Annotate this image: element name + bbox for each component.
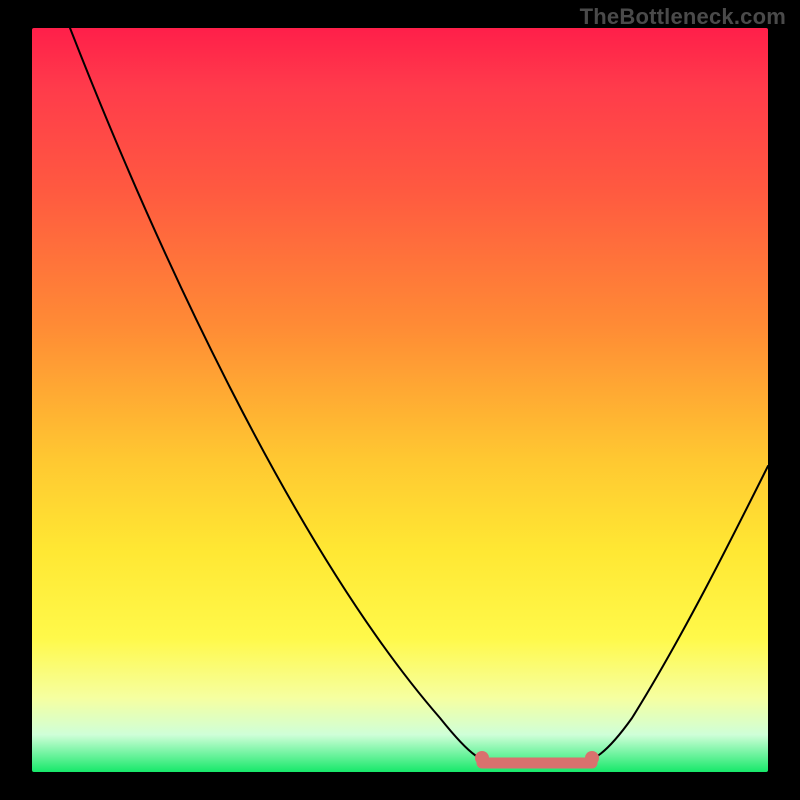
bottleneck-curve-svg	[32, 28, 768, 772]
bottleneck-curve-line	[70, 28, 768, 763]
optimal-range-start-dot	[475, 751, 489, 765]
watermark-text: TheBottleneck.com	[580, 4, 786, 30]
chart-frame: TheBottleneck.com	[0, 0, 800, 800]
optimal-range-end-dot	[585, 751, 599, 765]
plot-area	[32, 28, 768, 772]
